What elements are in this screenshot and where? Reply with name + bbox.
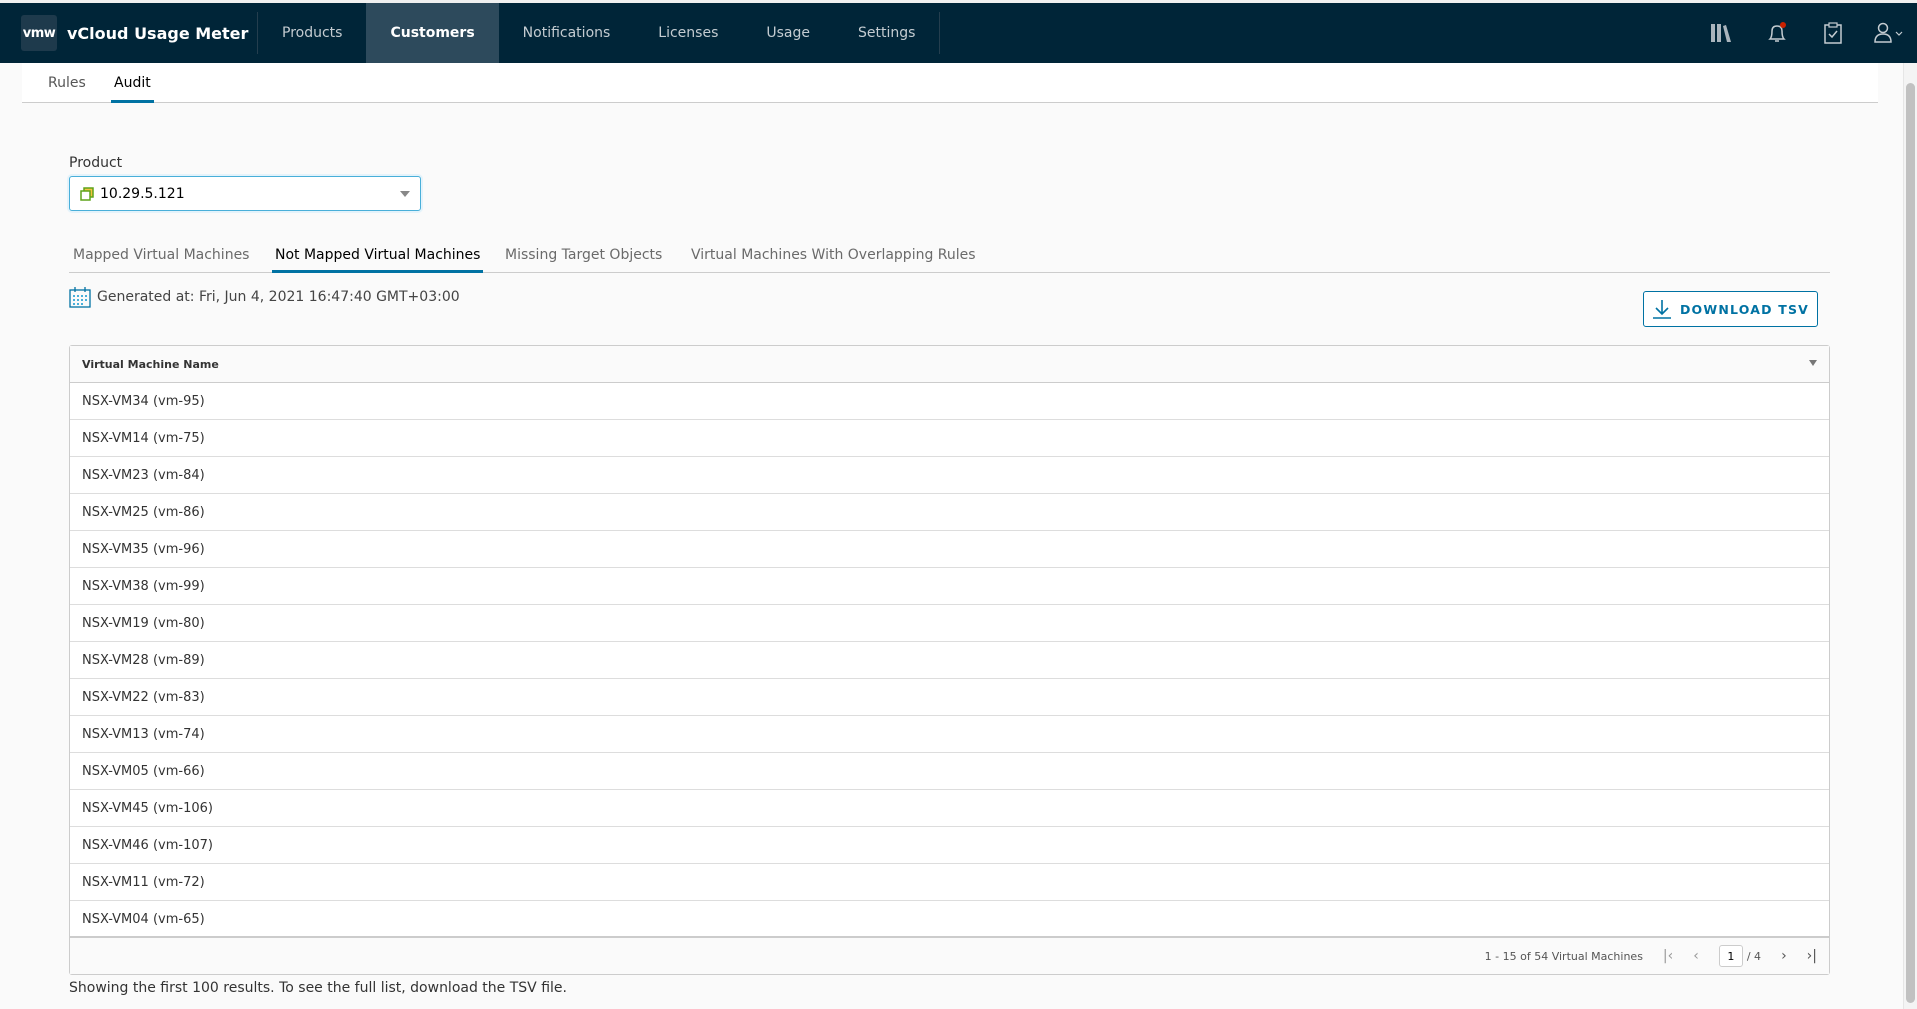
- pagination-summary: 1 - 15 of 54 Virtual Machines: [1484, 949, 1643, 963]
- table-row[interactable]: NSX-VM28 (vm-89): [70, 642, 1829, 679]
- table-row[interactable]: NSX-VM45 (vm-106): [70, 790, 1829, 827]
- table-row[interactable]: NSX-VM04 (vm-65): [70, 901, 1829, 938]
- nav-usage[interactable]: Usage: [742, 3, 834, 63]
- library-icon[interactable]: [1693, 3, 1749, 63]
- filter-icon[interactable]: [1809, 360, 1817, 366]
- generated-timestamp: Generated at: Fri, Jun 4, 2021 16:47:40 …: [69, 286, 460, 308]
- scrollbar-thumb[interactable]: [1906, 83, 1915, 1003]
- subtab-rules[interactable]: Rules: [48, 63, 86, 103]
- previous-page-icon[interactable]: ‹: [1693, 948, 1699, 964]
- download-tsv-label: DOWNLOAD TSV: [1679, 301, 1810, 317]
- table-row[interactable]: NSX-VM14 (vm-75): [70, 420, 1829, 457]
- page-input[interactable]: 1: [1718, 945, 1743, 967]
- table-row[interactable]: NSX-VM22 (vm-83): [70, 679, 1829, 716]
- last-page-icon[interactable]: ›|: [1807, 948, 1817, 964]
- table-row[interactable]: NSX-VM34 (vm-95): [70, 383, 1829, 420]
- nav-products[interactable]: Products: [258, 3, 366, 63]
- vcenter-icon: [80, 186, 94, 201]
- tab-overlapping-rules[interactable]: Virtual Machines With Overlapping Rules: [691, 238, 976, 273]
- results-note: Showing the first 100 results. To see th…: [69, 980, 567, 996]
- sub-navigation: Rules Audit: [22, 63, 1878, 103]
- nav-notifications[interactable]: Notifications: [499, 3, 635, 63]
- nav-licenses[interactable]: Licenses: [634, 3, 742, 63]
- nav-settings[interactable]: Settings: [834, 3, 939, 63]
- next-page-icon[interactable]: ›: [1781, 948, 1787, 964]
- column-header-label: Virtual Machine Name: [82, 357, 219, 371]
- product-label: Product: [69, 155, 123, 171]
- tab-not-mapped-vms[interactable]: Not Mapped Virtual Machines: [272, 238, 484, 273]
- tab-missing-target-objects[interactable]: Missing Target Objects: [505, 238, 662, 273]
- page-scrollbar[interactable]: [1903, 63, 1917, 1009]
- datagrid-footer: 1 - 15 of 54 Virtual Machines |‹ ‹ 1 / 4…: [70, 936, 1829, 974]
- table-row[interactable]: NSX-VM46 (vm-107): [70, 827, 1829, 864]
- chevron-down-icon: [400, 191, 410, 197]
- subtab-audit[interactable]: Audit: [111, 63, 154, 103]
- generated-text: Generated at: Fri, Jun 4, 2021 16:47:40 …: [97, 289, 460, 305]
- column-header-vm-name[interactable]: Virtual Machine Name: [70, 346, 1829, 383]
- download-icon: [1652, 300, 1671, 319]
- calendar-icon: [69, 287, 91, 308]
- download-tsv-button[interactable]: DOWNLOAD TSV: [1643, 291, 1818, 327]
- bell-icon[interactable]: [1749, 3, 1805, 63]
- vm-datagrid: Virtual Machine Name NSX-VM34 (vm-95) NSX…: [69, 345, 1830, 975]
- tasks-clipboard-icon[interactable]: [1805, 3, 1861, 63]
- header-divider: [939, 12, 941, 54]
- audit-tabs: Mapped Virtual Machines Not Mapped Virtu…: [69, 238, 1830, 273]
- first-page-icon[interactable]: |‹: [1663, 948, 1673, 964]
- nav-customers[interactable]: Customers: [366, 3, 499, 63]
- table-row[interactable]: NSX-VM19 (vm-80): [70, 605, 1829, 642]
- vmw-logo: vmw: [21, 15, 57, 51]
- tab-mapped-vms[interactable]: Mapped Virtual Machines: [73, 238, 249, 273]
- total-pages: / 4: [1746, 949, 1762, 963]
- table-row[interactable]: NSX-VM35 (vm-96): [70, 531, 1829, 568]
- product-select[interactable]: 10.29.5.121: [69, 176, 421, 211]
- table-row[interactable]: NSX-VM38 (vm-99): [70, 568, 1829, 605]
- user-menu-icon[interactable]: [1861, 3, 1917, 63]
- app-title[interactable]: vCloud Usage Meter: [67, 24, 257, 43]
- table-row[interactable]: NSX-VM25 (vm-86): [70, 494, 1829, 531]
- table-row[interactable]: NSX-VM05 (vm-66): [70, 753, 1829, 790]
- table-row[interactable]: NSX-VM23 (vm-84): [70, 457, 1829, 494]
- table-row[interactable]: NSX-VM13 (vm-74): [70, 716, 1829, 753]
- app-header: vmw vCloud Usage Meter Products Customer…: [0, 3, 1917, 63]
- table-row[interactable]: NSX-VM11 (vm-72): [70, 864, 1829, 901]
- main-nav: Products Customers Notifications License…: [258, 3, 939, 63]
- product-value: 10.29.5.121: [100, 185, 185, 202]
